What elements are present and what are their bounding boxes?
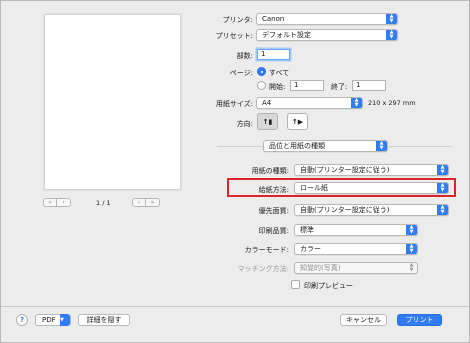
pages-all-label: すべて [269, 69, 290, 77]
portrait-icon: ↑▮ [262, 117, 273, 126]
select-arrows-icon: ▲ ▼ [437, 205, 448, 215]
select-arrows-icon: ▲ ▼ [351, 98, 362, 108]
pages-from-label: 開始: [269, 83, 286, 91]
select-arrows-icon: ▲ ▼ [386, 30, 397, 40]
landscape-button[interactable]: ↑▶ [287, 113, 308, 130]
select-arrows-icon: ▲ ▼ [437, 183, 448, 193]
media-type-label: 用紙の種類: [251, 167, 289, 175]
pdf-button-label: PDF [42, 316, 56, 324]
preview-first-prev-buttons[interactable]: « ‹ [43, 198, 71, 207]
color-mode-label: カラーモード: [244, 246, 289, 254]
last-page-icon[interactable]: » [146, 198, 160, 207]
preview-next-last-buttons[interactable]: › » [132, 198, 160, 207]
color-mode-value: カラー [300, 245, 321, 253]
printer-label: プリンタ: [222, 16, 253, 24]
printer-value: Canon [262, 15, 285, 23]
pages-all-radio[interactable] [257, 67, 266, 76]
section-menu-value: 品位と用紙の種類 [269, 142, 325, 150]
select-arrows-icon: ▲ ▼ [376, 141, 387, 151]
select-arrows-icon: ▲ ▼ [406, 244, 417, 254]
pages-to-label: 終了: [331, 83, 348, 91]
matching-select: 知覚的(写真) ▲ ▼ [294, 262, 418, 274]
help-button[interactable]: ? [16, 314, 28, 326]
paper-priority-value: 自動(プリンター設定に従う) [300, 206, 390, 214]
select-arrows-icon: ▲ ▼ [386, 14, 397, 24]
paper-source-label: 給紙方法: [258, 186, 289, 194]
print-quality-select[interactable]: 標準 ▲ ▼ [294, 224, 418, 236]
hide-details-button[interactable]: 詳細を隠す [78, 314, 130, 326]
preset-select[interactable]: デフォルト設定 ▲ ▼ [256, 29, 398, 41]
color-mode-select[interactable]: カラー ▲ ▼ [294, 243, 418, 255]
select-arrows-icon: ▲ ▼ [437, 165, 448, 175]
paper-size-dimensions: 210 x 297 mm [368, 99, 416, 107]
print-dialog: « ‹ 1 / 1 › » プリンタ: Canon ▲ ▼ プリセット: デフォル… [0, 0, 470, 343]
media-type-select[interactable]: 自動(プリンター設定に従う) ▲ ▼ [294, 164, 449, 176]
print-button[interactable]: プリント [397, 314, 442, 326]
pages-to-field[interactable]: 1 [352, 80, 386, 91]
page-preview [44, 14, 181, 190]
select-arrows-icon: ▲ ▼ [406, 225, 417, 235]
pages-from-field[interactable]: 1 [290, 80, 324, 91]
prev-page-icon[interactable]: ‹ [57, 198, 71, 207]
matching-label: マッチング方法: [237, 265, 289, 273]
pages-range-radio[interactable] [257, 81, 266, 90]
paper-source-value: ロール紙 [300, 184, 328, 192]
pdf-menu-button[interactable]: PDF ▼ [35, 314, 71, 326]
select-arrows-icon: ▲ ▼ [409, 262, 414, 273]
print-quality-value: 標準 [300, 226, 314, 234]
page-counter: 1 / 1 [96, 199, 111, 207]
paper-priority-label: 優先面質: [258, 207, 289, 215]
paper-size-label: 用紙サイズ: [215, 100, 253, 108]
preset-label: プリセット: [215, 32, 253, 40]
cancel-button[interactable]: キャンセル [340, 314, 387, 326]
matching-value: 知覚的(写真) [300, 264, 341, 272]
paper-priority-select[interactable]: 自動(プリンター設定に従う) ▲ ▼ [294, 204, 449, 216]
print-preview-checkbox[interactable] [291, 280, 300, 289]
portrait-button[interactable]: ↑▮ [257, 113, 278, 130]
pages-label: ページ: [229, 69, 253, 77]
printer-select[interactable]: Canon ▲ ▼ [256, 13, 398, 25]
paper-size-value: A4 [262, 99, 272, 107]
paper-size-select[interactable]: A4 ▲ ▼ [256, 97, 363, 109]
first-page-icon[interactable]: « [43, 198, 57, 207]
next-page-icon[interactable]: › [132, 198, 146, 207]
print-preview-label: 印刷プレビュー [304, 282, 353, 290]
print-quality-label: 印刷品質: [258, 227, 289, 235]
copies-field[interactable]: 1 [257, 49, 290, 60]
landscape-icon: ↑▶ [291, 117, 304, 126]
dropdown-arrow-icon: ▼ [60, 314, 70, 326]
media-type-value: 自動(プリンター設定に従う) [300, 166, 390, 174]
paper-source-select[interactable]: ロール紙 ▲ ▼ [294, 182, 449, 194]
copies-label: 部数: [236, 52, 253, 60]
preset-value: デフォルト設定 [262, 31, 311, 39]
section-menu-select[interactable]: 品位と用紙の種類 ▲ ▼ [263, 140, 388, 152]
footer-divider [1, 306, 469, 307]
orientation-label: 方向: [236, 120, 253, 128]
